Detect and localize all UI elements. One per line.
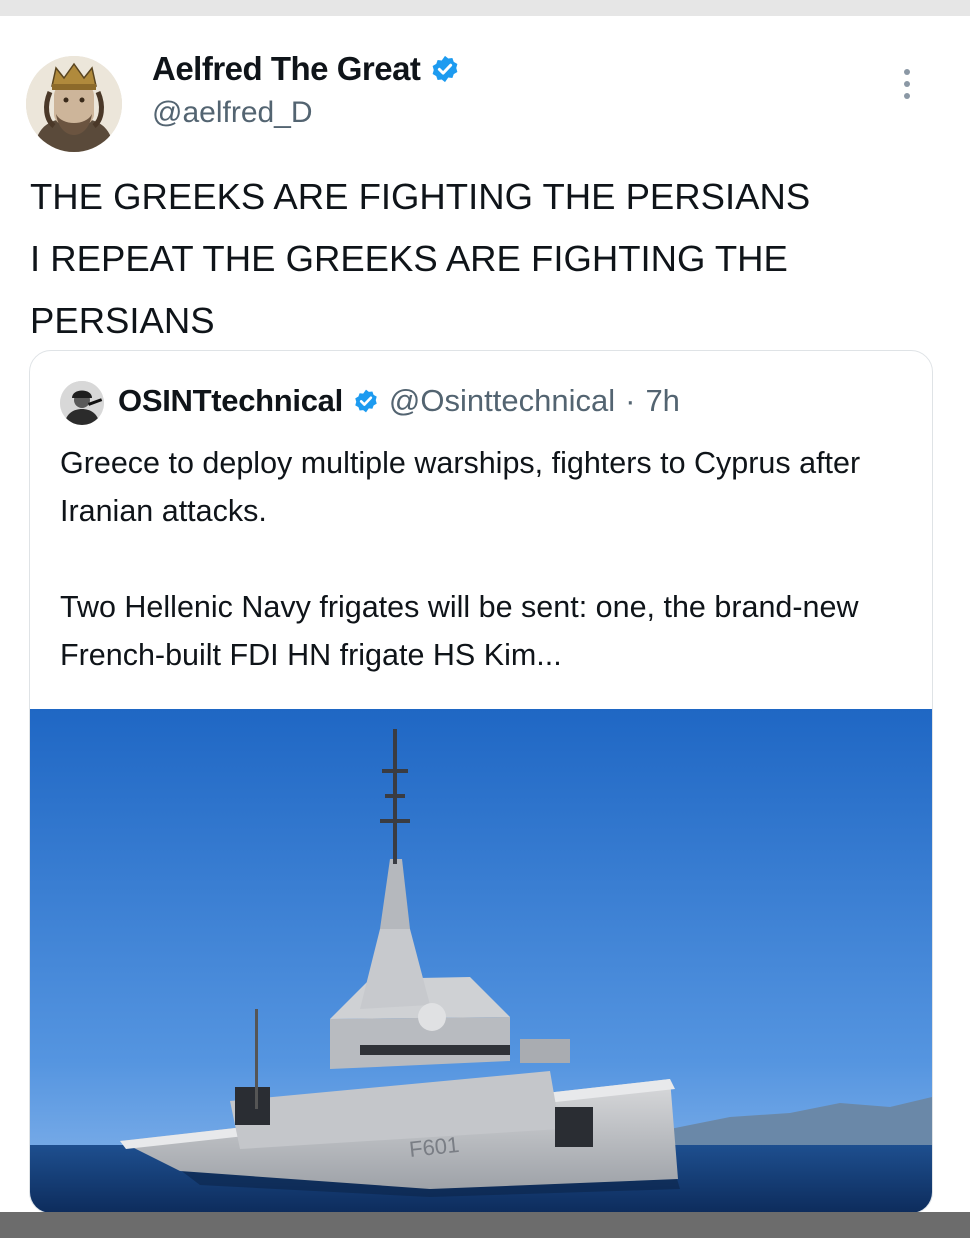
quoted-author-avatar[interactable] — [60, 381, 104, 425]
bottom-bar — [0, 1212, 970, 1238]
hull-marking: F601 — [408, 1132, 460, 1162]
verified-badge-icon — [433, 55, 458, 83]
quoted-post[interactable]: OSINTtechnical @Osinttechnical · 7h Gree… — [29, 350, 933, 1214]
king-portrait-icon — [26, 56, 122, 152]
quoted-author-handle[interactable]: @Osinttechnical — [389, 383, 615, 419]
author-display-name[interactable]: Aelfred The Great — [152, 50, 421, 88]
verified-badge-icon — [355, 389, 377, 413]
quoted-paragraph-2: Two Hellenic Navy frigates will be sent:… — [60, 590, 859, 672]
soldier-avatar-icon — [60, 381, 104, 425]
quoted-author-name[interactable]: OSINTtechnical — [118, 383, 343, 419]
quoted-post-time[interactable]: 7h — [645, 383, 679, 419]
vertical-ellipsis-icon[interactable] — [896, 66, 918, 102]
author-handle[interactable]: @aelfred_D — [152, 96, 313, 130]
meta-separator: · — [625, 383, 636, 418]
frigate-photo[interactable]: F601 — [30, 709, 932, 1213]
post-card[interactable]: Aelfred The Great @aelfred_D THE GREEKS … — [0, 16, 970, 1214]
quoted-post-text: Greece to deploy multiple warships, figh… — [60, 439, 910, 679]
post-text: THE GREEKS ARE FIGHTING THE PERSIANS I R… — [30, 176, 811, 341]
author-avatar[interactable] — [26, 56, 122, 152]
quoted-paragraph-1: Greece to deploy multiple warships, figh… — [60, 446, 861, 528]
